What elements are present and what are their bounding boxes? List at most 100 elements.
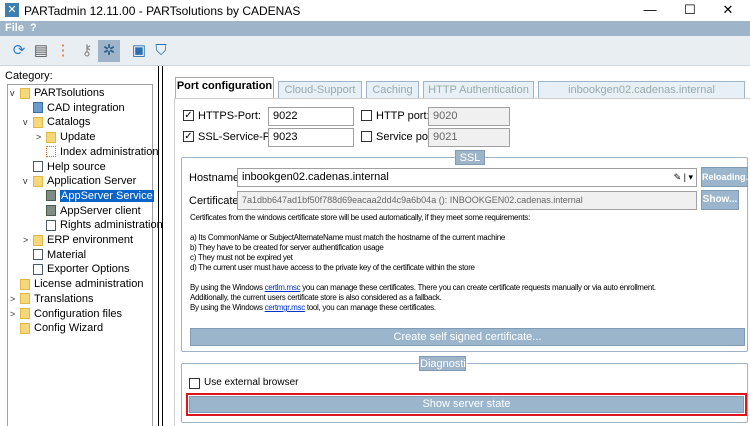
tree-item[interactable]: AppServer Service (46, 189, 154, 203)
certlm-link[interactable]: certlm.msc (265, 283, 301, 292)
tab-http-authentication[interactable]: HTTP Authentication (423, 81, 534, 99)
tree-item-label: CAD integration (47, 101, 125, 114)
requirement-a: a) Its CommonName or SubjectAlternateNam… (190, 233, 506, 242)
toolbar: ⟳ ▤ ⋮ ⚷ ✲ ▣ ⛉ (0, 36, 750, 66)
tree-item-label: Material (47, 248, 87, 261)
menu-file[interactable]: File (5, 22, 24, 34)
splitter[interactable] (158, 66, 163, 426)
folder-icon (20, 322, 30, 334)
tree-item[interactable]: Configuration files (20, 307, 122, 321)
maximize-button[interactable]: ☐ (670, 0, 710, 21)
tree-item-label: License administration (34, 278, 144, 291)
http-port-input[interactable]: 9020 (428, 107, 510, 126)
tab-port-configuration[interactable]: Port configuration (175, 77, 274, 99)
minimize-button[interactable]: — (630, 0, 670, 21)
show-certificate-button[interactable]: Show... (701, 190, 739, 210)
tree-item[interactable]: Application Server (33, 174, 136, 188)
keys-icon[interactable]: ⚷ (76, 40, 98, 62)
hostname-label: Hostname: (189, 172, 243, 184)
tab-cloud-support[interactable]: Cloud-Support (278, 81, 362, 99)
tree-item-label: PARTsolutions (34, 87, 105, 99)
tree-item[interactable]: Index administration (46, 145, 158, 159)
tree-item-label: Index administration (60, 145, 159, 158)
expand-icon[interactable]: > (10, 294, 15, 304)
tree-item[interactable]: AppServer client (46, 204, 141, 218)
expand-icon[interactable]: > (23, 235, 28, 245)
doc-icon (33, 161, 43, 172)
doc-icon (46, 219, 56, 231)
tree-item[interactable]: Catalogs (33, 115, 90, 129)
menu-help[interactable]: ? (30, 22, 37, 34)
https-port-checkbox[interactable]: ✓ (183, 110, 194, 121)
collapse-icon[interactable]: v (10, 88, 15, 98)
refresh-icon[interactable]: ⟳ (8, 40, 30, 62)
certlm-text-b: you can manage these certificates. There… (300, 283, 656, 292)
reloading-button[interactable]: Reloading... (701, 167, 750, 187)
tree-item-label: Help source (47, 160, 106, 173)
requirement-d: d) The current user must have access to … (190, 263, 475, 272)
tree-item[interactable]: Help source (33, 160, 106, 174)
certmgr-text-b: tool, you can manage these certificates. (304, 303, 436, 312)
server-icon[interactable]: ▤ (30, 40, 52, 62)
create-self-signed-certificate-button[interactable]: Create self signed certificate... (190, 328, 745, 346)
tree-item[interactable]: CAD integration (33, 101, 125, 115)
ssl-service-port-checkbox[interactable]: ✓ (183, 131, 194, 142)
use-external-browser-label: Use external browser (204, 377, 299, 388)
category-tree: v PARTsolutions CAD integration v Catalogs > U… (7, 84, 163, 426)
index-icon[interactable]: ⋮ (52, 40, 74, 62)
tree-item[interactable]: Material (33, 248, 86, 262)
tree-item-label: ERP environment (47, 234, 134, 246)
tree-item-label: Configuration files (34, 307, 123, 320)
tree-item-label: Update (60, 131, 96, 144)
panel-border (174, 98, 175, 426)
service-icon[interactable]: ✲ (98, 40, 120, 62)
hostname-combobox[interactable]: inbookgen02.cadenas.internal ✎ | ▾ (237, 168, 697, 187)
folder-icon (46, 131, 56, 143)
certmgr-link[interactable]: certmgr.msc (265, 303, 306, 312)
folder-icon (33, 116, 43, 128)
folder-icon (20, 308, 30, 319)
edit-dropdown-icon[interactable]: ✎ | ▾ (674, 169, 693, 186)
collapse-icon[interactable]: v (23, 176, 28, 186)
tree-item[interactable]: ERP environment (33, 233, 133, 247)
tree-item[interactable]: Exporter Options (33, 262, 130, 276)
close-button[interactable]: ✕ (708, 0, 748, 21)
tree-item[interactable]: Rights administration (46, 218, 163, 232)
tree-item-label: Application Server (47, 175, 137, 188)
tab-host[interactable]: inbookgen02.cadenas.internal (538, 81, 745, 99)
tree-item[interactable]: Update (46, 130, 95, 144)
save-icon[interactable]: ▣ (128, 40, 150, 62)
tree-item-label: AppServer client (60, 204, 141, 217)
show-server-state-button[interactable]: Show server state (189, 396, 744, 413)
doc-icon (33, 263, 43, 275)
tree-item[interactable]: PARTsolutions (20, 86, 105, 100)
folder-icon (33, 175, 43, 187)
ssl-service-port-input[interactable]: 9023 (268, 128, 354, 147)
collapse-icon[interactable]: v (23, 117, 28, 127)
tab-caching[interactable]: Caching (366, 81, 419, 99)
certlm-info: By using the Windows certlm.msc you can … (190, 283, 656, 292)
expand-icon[interactable]: > (36, 132, 41, 142)
doc-icon (33, 249, 43, 261)
tab-divider (174, 98, 750, 99)
tree-item[interactable]: Translations (20, 292, 94, 306)
certificate-label: Certificate: (189, 195, 242, 207)
shield-icon[interactable]: ⛉ (150, 40, 172, 62)
use-external-browser-checkbox[interactable] (189, 378, 200, 389)
https-port-input[interactable]: 9022 (268, 107, 354, 126)
certificate-field[interactable]: 7a1dbb647ad1bf50f788d69eacaa2dd4c9a6b04a… (237, 191, 697, 210)
http-port-checkbox[interactable] (361, 110, 372, 121)
tree-item[interactable]: Config Wizard (20, 321, 103, 335)
expand-icon[interactable]: > (10, 309, 15, 319)
window-title: PARTadmin 12.11.00 - PARTsolutions by CA… (24, 3, 301, 18)
tree-item-label: AppServer Service (60, 189, 154, 202)
category-label: Category: (5, 70, 53, 82)
requirement-c: c) They must not be expired yet (190, 253, 293, 262)
cad-icon (33, 102, 43, 114)
service-port-checkbox[interactable] (361, 131, 372, 142)
ssl-group-title: SSL (455, 150, 485, 165)
certmgr-info: By using the Windows certmgr.msc tool, y… (190, 303, 436, 312)
title-bar: ✕ PARTadmin 12.11.00 - PARTsolutions by … (0, 0, 750, 21)
tree-item[interactable]: License administration (20, 277, 143, 291)
service-port-input[interactable]: 9021 (428, 128, 510, 147)
